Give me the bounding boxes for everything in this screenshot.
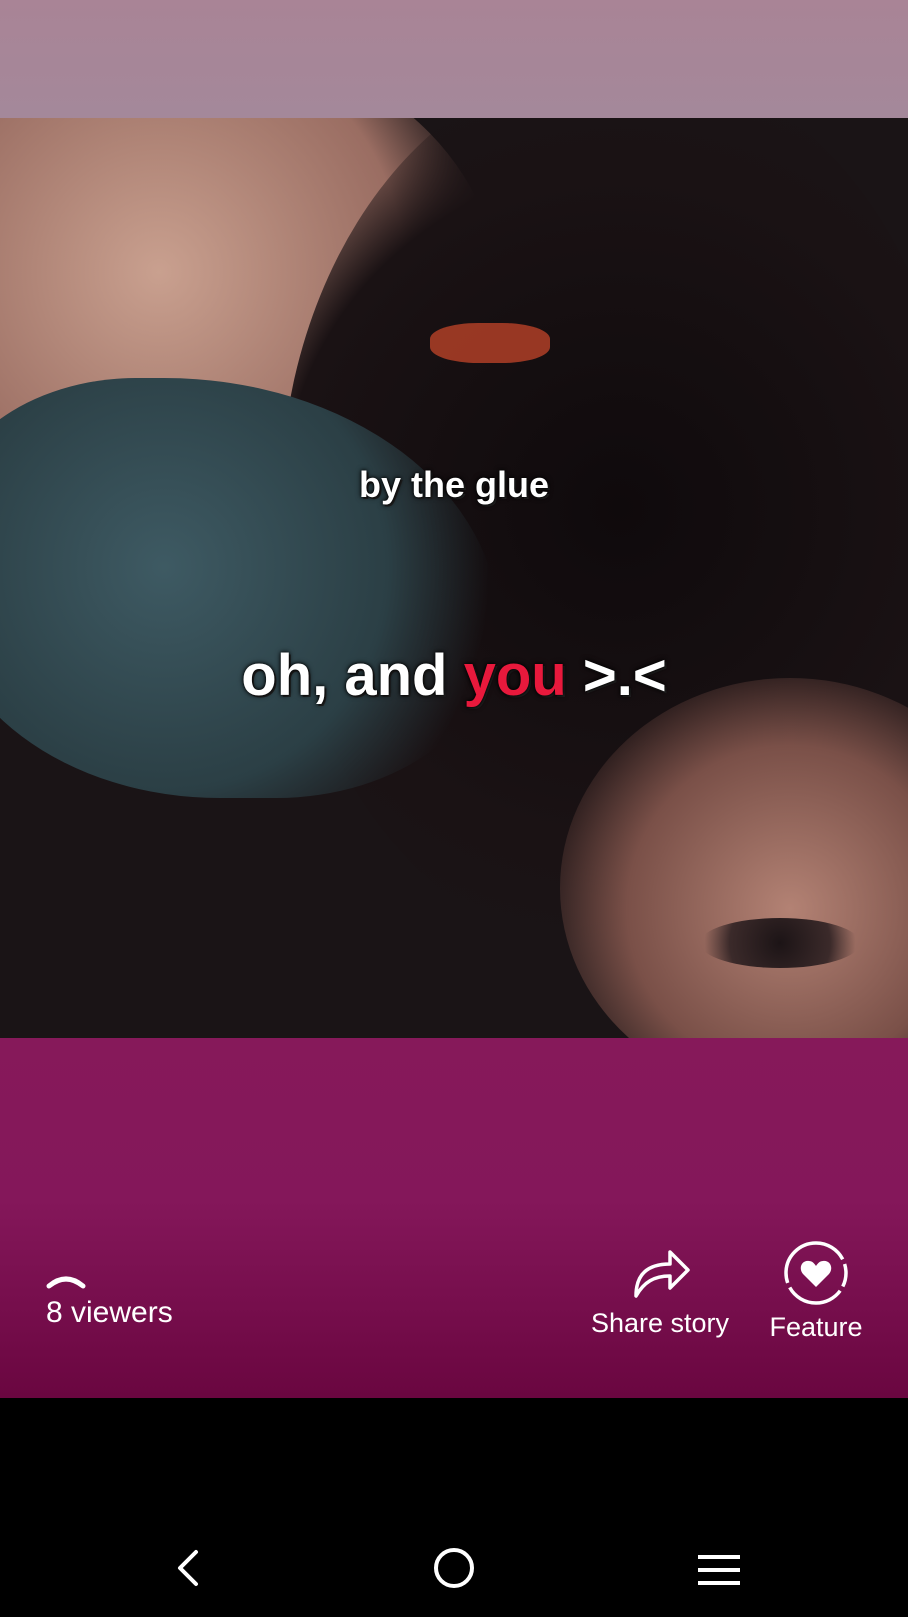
share-arrow-icon xyxy=(634,1250,690,1298)
top-background xyxy=(0,0,908,118)
share-story-label: Share story xyxy=(590,1308,730,1338)
story-photo[interactable]: by the glue oh, and you >.< xyxy=(0,118,908,1038)
chevron-up-icon xyxy=(46,1276,86,1289)
story-caption-top: by the glue xyxy=(358,464,550,505)
story-caption-main: oh, and you >.< xyxy=(0,642,908,709)
photo-eye xyxy=(700,918,860,968)
viewers-button[interactable]: 8 viewers xyxy=(46,1270,173,1330)
system-nav-bar xyxy=(0,1398,908,1617)
menu-icon[interactable] xyxy=(698,1553,740,1587)
story-footer xyxy=(0,1038,908,1398)
feature-label: Feature xyxy=(769,1312,863,1342)
caption-highlight: you xyxy=(463,643,567,708)
share-story-button[interactable]: Share story xyxy=(580,1240,740,1339)
back-icon[interactable] xyxy=(170,1548,206,1588)
home-icon[interactable] xyxy=(432,1546,476,1590)
story-screen: by the glue oh, and you >.< 8 viewers Sh… xyxy=(0,0,908,1617)
caption-part-3: >.< xyxy=(566,643,667,708)
feature-button[interactable]: Feature xyxy=(756,1240,876,1343)
viewers-label: 8 viewers xyxy=(46,1296,173,1329)
feature-heart-icon xyxy=(784,1241,848,1305)
photo-orange-accent xyxy=(430,323,550,363)
caption-part-1: oh, and xyxy=(241,643,464,708)
